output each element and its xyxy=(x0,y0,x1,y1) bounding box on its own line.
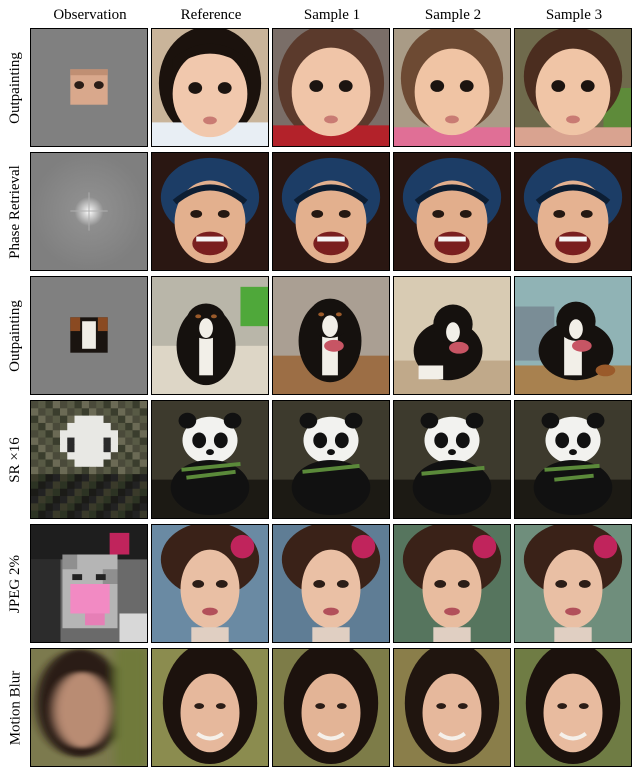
observation-masked-face xyxy=(30,28,148,147)
sample-1-laughing-child xyxy=(272,152,390,271)
sample-2-toddler-face xyxy=(393,28,511,147)
sample-3-dog xyxy=(514,276,632,395)
observation-fourier-magnitude xyxy=(30,152,148,271)
reference-woman-with-flower xyxy=(151,524,269,643)
sample-1-panda xyxy=(272,400,390,519)
reference-dog xyxy=(151,276,269,395)
reference-laughing-child xyxy=(151,152,269,271)
sample-2-laughing-child xyxy=(393,152,511,271)
observation-jpeg-compressed xyxy=(30,524,148,643)
column-header-observation: Observation xyxy=(53,7,127,23)
column-header-sample-1: Sample 1 xyxy=(303,7,361,23)
sample-2-woman-with-flower xyxy=(393,524,511,643)
sample-1-dog xyxy=(272,276,390,395)
reference-panda xyxy=(151,400,269,519)
row-label-outpainting-dog: Outpainting xyxy=(7,300,24,372)
observation-motion-blurred xyxy=(30,648,148,767)
reference-toddler-face xyxy=(151,28,269,147)
sample-2-woman-smiling xyxy=(393,648,511,767)
sample-3-panda xyxy=(514,400,632,519)
column-header-sample-2: Sample 2 xyxy=(424,7,482,23)
sample-3-toddler-face xyxy=(514,28,632,147)
observation-masked-dog xyxy=(30,276,148,395)
sample-3-laughing-child xyxy=(514,152,632,271)
column-header-sample-3: Sample 3 xyxy=(545,7,603,23)
sample-1-woman-smiling xyxy=(272,648,390,767)
sample-2-dog xyxy=(393,276,511,395)
sample-3-woman-with-flower xyxy=(514,524,632,643)
row-label-super-resolution: SR ×16 xyxy=(7,437,23,483)
row-label-jpeg: JPEG 2% xyxy=(7,555,24,613)
observation-low-res-panda xyxy=(30,400,148,519)
sample-2-panda xyxy=(393,400,511,519)
reference-woman-smiling xyxy=(151,648,269,767)
sample-1-toddler-face xyxy=(272,28,390,147)
row-label-motion-blur: Motion Blur xyxy=(7,670,23,746)
row-label-outpainting-face: Outpainting xyxy=(7,52,24,124)
column-header-reference: Reference xyxy=(180,7,242,23)
row-label-phase-retrieval: Phase Retrieval xyxy=(7,165,24,259)
sample-1-woman-with-flower xyxy=(272,524,390,643)
sample-3-woman-smiling xyxy=(514,648,632,767)
